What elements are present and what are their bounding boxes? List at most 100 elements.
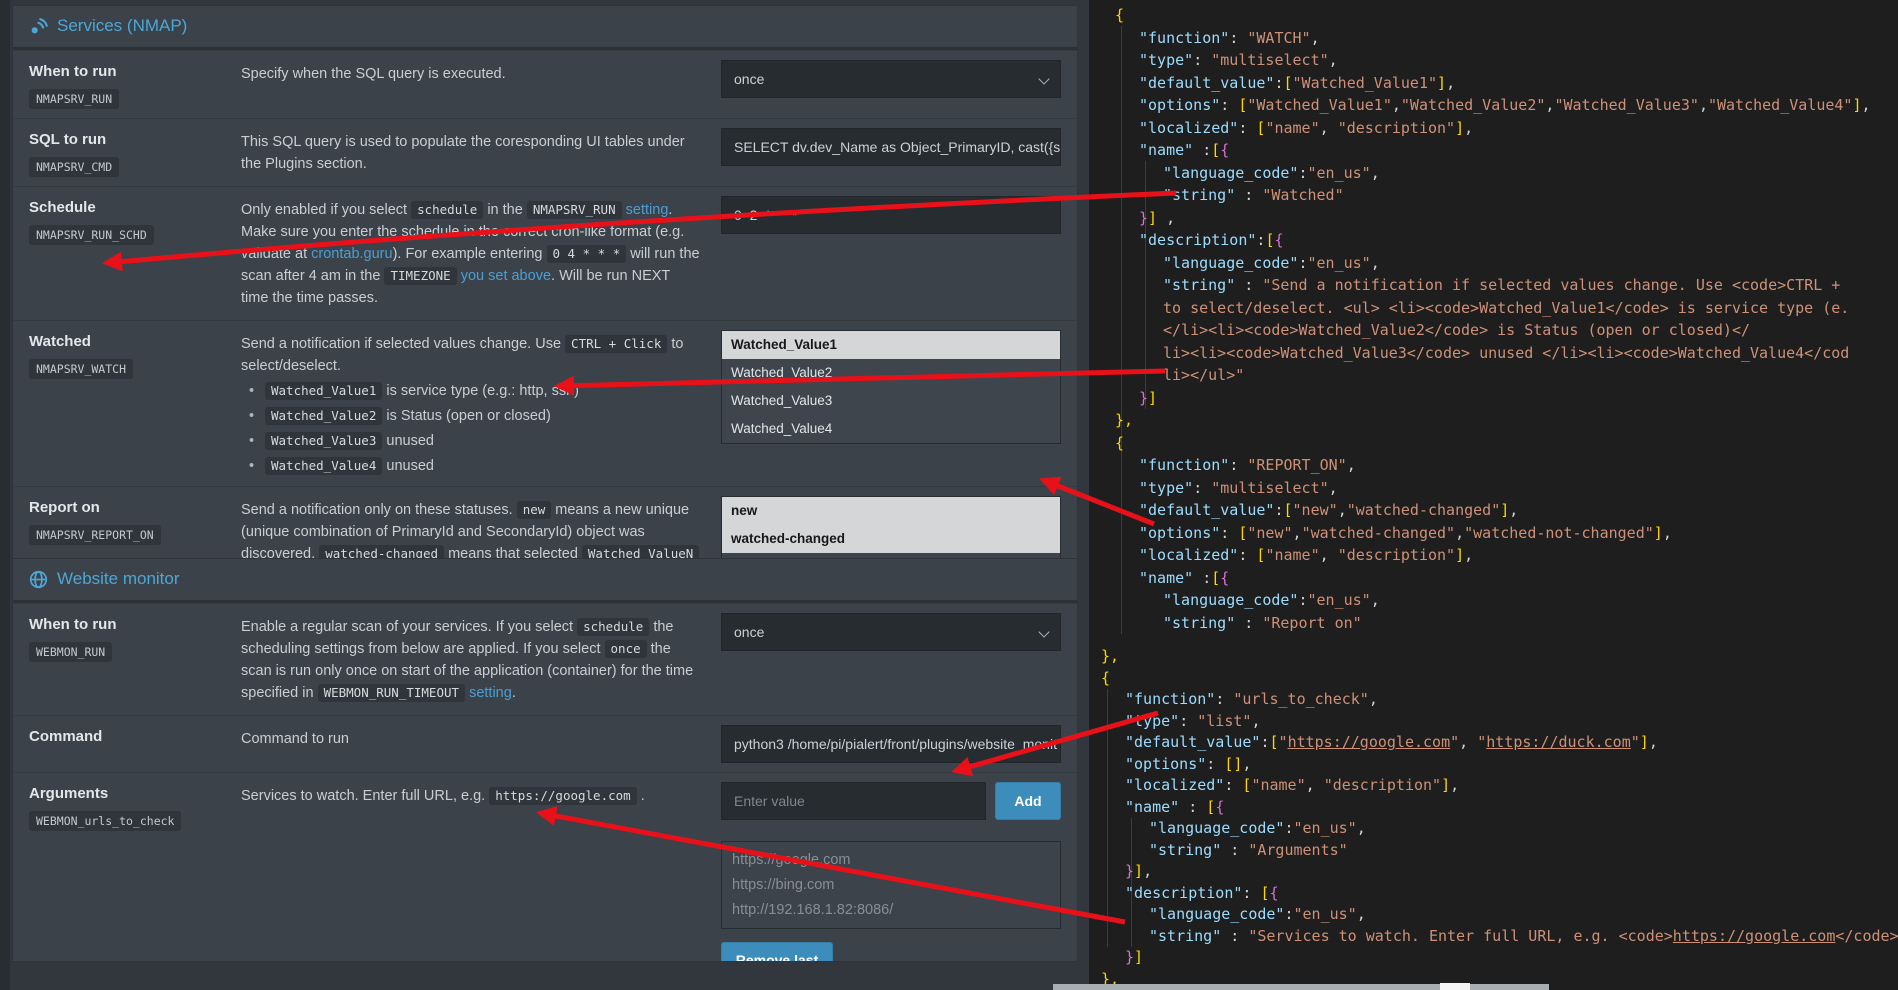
- row-label-cell: SQL to run NMAPSRV_CMD: [29, 128, 221, 177]
- multiselect-option[interactable]: Watched_Value4: [722, 415, 1060, 443]
- webmon-card-header: Website monitor: [13, 559, 1077, 603]
- text: unused: [382, 433, 434, 449]
- code-line: "localized": ["name", "description"],: [1101, 775, 1898, 797]
- code-line: "string" : "Watched": [1115, 184, 1898, 207]
- setting-row-arguments: Arguments WEBMON_urls_to_check Services …: [13, 772, 1077, 962]
- services-card-header: Services (NMAP): [13, 6, 1077, 50]
- webmon-when-to-run-select[interactable]: once: [721, 613, 1061, 651]
- website-monitor-card: Website monitor When to run WEBMON_RUN E…: [12, 558, 1078, 962]
- description-block: Watched_Value4 unused: [241, 455, 701, 477]
- code-line: "localized": ["name", "description"],: [1115, 117, 1898, 140]
- inline-link[interactable]: setting: [469, 685, 512, 701]
- row-label-cell: When to run NMAPSRV_RUN: [29, 60, 221, 109]
- setting-label: Command: [29, 725, 221, 745]
- remove-last-button[interactable]: Remove last: [721, 942, 833, 962]
- sql-query-input[interactable]: SELECT dv.dev_Name as Object_PrimaryID, …: [721, 128, 1061, 166]
- setting-description: This SQL query is used to populate the c…: [241, 128, 701, 177]
- setting-row-command: Command Command to run python3 /home/pi/…: [13, 715, 1077, 772]
- json-snippet-watch-reporton: { "function": "WATCH", "type": "multiselec…: [1115, 4, 1898, 646]
- command-input[interactable]: python3 /home/pi/pialert/front/plugins/w…: [721, 725, 1061, 763]
- inline-link[interactable]: crontab.guru: [311, 246, 392, 262]
- inline-link[interactable]: you set above: [461, 268, 551, 284]
- row-label-cell: Schedule NMAPSRV_RUN_SCHD: [29, 196, 221, 311]
- url-list-item: https://google.com: [732, 848, 1050, 873]
- multiselect-option[interactable]: watched-changed: [722, 525, 1060, 553]
- code-line: "default_value":["https://google.com", "…: [1101, 732, 1898, 754]
- inline-code: Watched_Value4: [265, 457, 382, 475]
- setting-row-watched: Watched NMAPSRV_WATCH Send a notificatio…: [13, 320, 1077, 486]
- setting-description: Send a notification if selected values c…: [241, 330, 701, 477]
- inline-code: schedule: [411, 201, 483, 219]
- url-list-box[interactable]: https://google.comhttps://bing.comhttp:/…: [721, 841, 1061, 929]
- setting-description: Enable a regular scan of your services. …: [241, 613, 701, 706]
- code-line: "description": [{: [1101, 883, 1898, 905]
- inline-code: schedule: [577, 618, 649, 636]
- code-line: "string" : "Send a notification if selec…: [1115, 274, 1898, 297]
- code-line: "function": "urls_to_check",: [1101, 689, 1898, 711]
- text: This SQL query is used to populate the c…: [241, 134, 685, 172]
- code-line: "string" : "Services to watch. Enter ful…: [1101, 926, 1898, 948]
- multiselect-option[interactable]: Watched_Value1: [722, 331, 1060, 359]
- chevron-down-icon: [1038, 626, 1049, 637]
- code-line: "description":[{: [1115, 229, 1898, 252]
- code-line: "function": "REPORT_ON",: [1115, 454, 1898, 477]
- setting-row-schedule: Schedule NMAPSRV_RUN_SCHD Only enabled i…: [13, 186, 1077, 320]
- input-value: SELECT dv.dev_Name as Object_PrimaryID, …: [734, 139, 1061, 155]
- code-line: "function": "WATCH",: [1115, 27, 1898, 50]
- card-title: Services (NMAP): [57, 16, 187, 36]
- code-line: "language_code":"en_us",: [1101, 904, 1898, 926]
- code-line: }] ,: [1115, 207, 1898, 230]
- horizontal-scrollbar[interactable]: [1053, 984, 1549, 990]
- code-line: "options": ["Watched_Value1","Watched_Va…: [1115, 94, 1898, 117]
- services-nmap-card: Services (NMAP) When to run NMAPSRV_RUN …: [12, 5, 1078, 619]
- description-block: Enable a regular scan of your services. …: [241, 616, 701, 704]
- inline-code: NMAPSRV_RUN: [527, 201, 622, 219]
- code-line: "string" : "Arguments": [1101, 840, 1898, 862]
- multiselect-option[interactable]: Watched_Value3: [722, 387, 1060, 415]
- json-snippet-urls-to-check: },{"function": "urls_to_check","type": "…: [1101, 646, 1898, 990]
- when-to-run-select[interactable]: once: [721, 60, 1061, 98]
- multiselect-option[interactable]: Watched_Value2: [722, 359, 1060, 387]
- setting-description: Specify when the SQL query is executed.: [241, 60, 701, 109]
- text: is Status (open or closed): [382, 408, 550, 424]
- code-line: "name" : [{: [1101, 797, 1898, 819]
- inline-link[interactable]: setting: [626, 202, 669, 218]
- code-line: "type": "list",: [1101, 711, 1898, 733]
- text: unused: [382, 458, 434, 474]
- code-line: "options": [],: [1101, 754, 1898, 776]
- setting-label: SQL to run: [29, 128, 221, 148]
- inline-code: Watched_Value2: [265, 407, 382, 425]
- code-line: "options": ["new","watched-changed","wat…: [1115, 522, 1898, 545]
- code-line: },: [1101, 646, 1898, 668]
- code-line: "language_code":"en_us",: [1115, 589, 1898, 612]
- multiselect-option[interactable]: new: [722, 497, 1060, 525]
- text: is service type (e.g.: http, ssh): [382, 383, 579, 399]
- code-line: },: [1115, 409, 1898, 432]
- code-line: "language_code":"en_us",: [1101, 818, 1898, 840]
- inline-code: new: [517, 501, 552, 519]
- setting-label: Watched: [29, 330, 221, 350]
- setting-row-sql-to-run: SQL to run NMAPSRV_CMD This SQL query is…: [13, 118, 1077, 186]
- text: Send a notification only on these status…: [241, 502, 517, 518]
- row-label-cell: Command: [29, 725, 221, 763]
- url-entry-input[interactable]: Enter value: [721, 782, 986, 820]
- text: ). For example entering: [393, 246, 547, 262]
- code-line: {: [1115, 432, 1898, 455]
- add-button[interactable]: Add: [995, 782, 1061, 820]
- page-edge: [0, 0, 10, 990]
- watched-multiselect[interactable]: Watched_Value1Watched_Value2Watched_Valu…: [721, 330, 1061, 444]
- text: Send a notification if selected values c…: [241, 336, 565, 352]
- horizontal-scrollbar-thumb[interactable]: [1440, 983, 1470, 990]
- setting-description: Only enabled if you select schedule in t…: [241, 196, 701, 311]
- card-title: Website monitor: [57, 569, 180, 589]
- input-value: python3 /home/pi/pialert/front/plugins/w…: [734, 736, 1057, 752]
- schedule-cron-input[interactable]: 0 2 * * *: [721, 196, 1061, 234]
- setting-label: When to run: [29, 613, 221, 633]
- inline-code: CTRL + Click: [565, 335, 667, 353]
- inline-code: TIMEZONE: [384, 267, 456, 285]
- code-line: "string" : "Report on": [1115, 612, 1898, 635]
- code-line: to select/deselect. <ul> <li><code>Watch…: [1115, 297, 1898, 320]
- inline-code: Watched_Value1: [265, 382, 382, 400]
- code-line: "type": "multiselect",: [1115, 477, 1898, 500]
- code-line: </li><li><code>Watched_Value2</code> is …: [1115, 319, 1898, 342]
